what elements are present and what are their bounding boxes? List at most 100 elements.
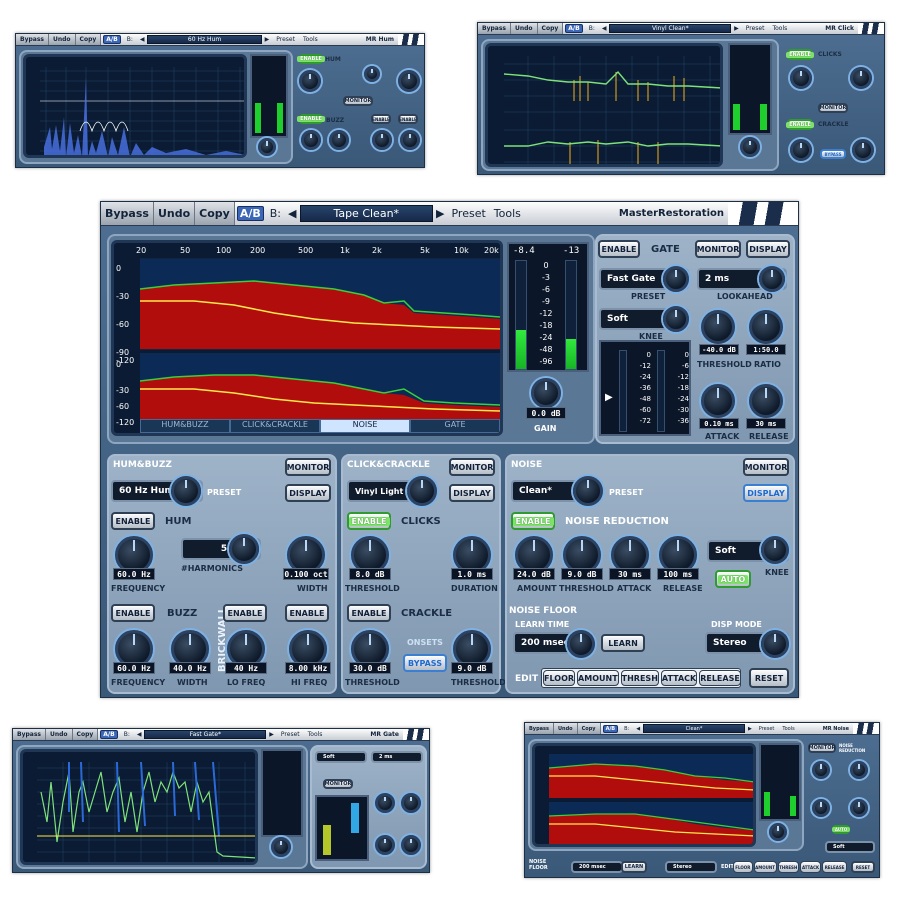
preset-menu[interactable]: Preset bbox=[742, 25, 769, 32]
edit-amount-button[interactable]: AMOUNT bbox=[577, 670, 619, 686]
noise-plugin-learn-button[interactable]: LEARN bbox=[621, 861, 647, 873]
noise-plugin-gain-knob[interactable] bbox=[769, 823, 787, 841]
hum-width-knob[interactable] bbox=[398, 70, 420, 92]
learn-time-knob[interactable] bbox=[567, 630, 595, 658]
noise-auto-button[interactable]: AUTO bbox=[715, 570, 751, 588]
next-preset-icon[interactable]: ▶ bbox=[262, 36, 273, 43]
hum-enable-button[interactable]: ENABLE bbox=[111, 512, 155, 530]
ab-button[interactable]: A/B bbox=[103, 35, 121, 44]
clicks-threshold-knob[interactable] bbox=[790, 67, 812, 89]
edit-floor-button[interactable]: FLOOR bbox=[543, 670, 576, 686]
gate-enable-button[interactable]: ENABLE bbox=[598, 240, 640, 258]
brickwall-enable-1-button[interactable]: ENABLE bbox=[223, 604, 267, 622]
tab-gate[interactable]: GATE bbox=[410, 419, 500, 433]
gate-plugin-release-knob[interactable] bbox=[401, 835, 421, 855]
brickwall-enable-2-button[interactable]: ENABLE bbox=[398, 114, 418, 124]
bypass-button[interactable]: Bypass bbox=[101, 202, 154, 225]
hum-frequency-knob[interactable] bbox=[299, 70, 321, 92]
edit-thresh-button[interactable]: THRESH bbox=[620, 670, 659, 686]
ab-button[interactable]: A/B bbox=[236, 206, 264, 221]
noise-plugin-amount-button[interactable]: AMOUNT bbox=[753, 861, 777, 873]
gain-knob[interactable] bbox=[531, 378, 561, 408]
gate-display-button[interactable]: DISPLAY bbox=[746, 240, 790, 258]
bypass-button[interactable]: Bypass bbox=[525, 723, 554, 734]
brickwall-lo-knob[interactable] bbox=[372, 130, 392, 150]
crackle-enable-button[interactable]: ENABLE bbox=[786, 119, 814, 130]
gate-plugin-ratio-knob[interactable] bbox=[401, 793, 421, 813]
preset-name[interactable]: Clean* bbox=[643, 724, 745, 733]
ab-button[interactable]: A/B bbox=[602, 724, 619, 733]
undo-button[interactable]: Undo bbox=[153, 202, 196, 225]
gate-knee-knob[interactable] bbox=[663, 306, 689, 332]
ab-button[interactable]: A/B bbox=[100, 730, 118, 739]
copy-button[interactable]: Copy bbox=[537, 23, 564, 34]
preset-name[interactable]: Tape Clean* bbox=[299, 204, 433, 222]
noise-enable-button[interactable]: ENABLE bbox=[511, 512, 555, 530]
gate-threshold-knob[interactable] bbox=[701, 310, 735, 344]
preset-name[interactable]: Vinyl Clean* bbox=[609, 24, 732, 33]
crackle-enable-button[interactable]: ENABLE bbox=[347, 604, 391, 622]
click-preset-knob[interactable] bbox=[407, 476, 437, 506]
preset-menu[interactable]: Preset bbox=[755, 726, 779, 732]
reset-button[interactable]: RESET bbox=[749, 668, 789, 688]
bypass-button[interactable]: Bypass bbox=[16, 34, 49, 45]
tab-hum-buzz[interactable]: HUM&BUZZ bbox=[140, 419, 230, 433]
clicks-duration-knob[interactable] bbox=[850, 67, 872, 89]
gate-plugin-threshold-knob[interactable] bbox=[375, 793, 395, 813]
gate-threshold-arrow-icon[interactable]: ▶ bbox=[605, 392, 613, 403]
hum-harmonics-knob[interactable] bbox=[364, 66, 380, 82]
hum-buzz-monitor-button[interactable]: MONITOR bbox=[285, 458, 331, 476]
noise-plugin-reset-button[interactable]: RESET bbox=[851, 861, 875, 873]
tools-menu[interactable]: Tools bbox=[778, 726, 798, 732]
noise-plugin-attack-button[interactable]: ATTACK bbox=[799, 861, 822, 873]
hum-preset-knob[interactable] bbox=[171, 476, 201, 506]
click-crackle-monitor-button[interactable]: MONITOR bbox=[449, 458, 495, 476]
buzz-width-knob[interactable] bbox=[329, 130, 349, 150]
copy-button[interactable]: Copy bbox=[577, 723, 601, 734]
prev-preset-icon[interactable]: ◀ bbox=[134, 731, 145, 738]
noise-knee-knob[interactable] bbox=[761, 536, 789, 564]
gate-plugin-gain-knob[interactable] bbox=[271, 837, 291, 857]
copy-button[interactable]: Copy bbox=[195, 202, 235, 225]
undo-button[interactable]: Undo bbox=[48, 34, 76, 45]
hum-enable-button[interactable]: ENABLE bbox=[297, 54, 325, 64]
noise-plugin-release-button[interactable]: RELEASE bbox=[822, 861, 847, 873]
copy-button[interactable]: Copy bbox=[75, 34, 102, 45]
clicks-enable-button[interactable]: ENABLE bbox=[347, 512, 391, 530]
tab-click-crackle[interactable]: CLICK&CRACKLE bbox=[230, 419, 320, 433]
hum-buzz-display-button[interactable]: DISPLAY bbox=[285, 484, 331, 502]
buzz-enable-button[interactable]: ENABLE bbox=[297, 114, 325, 124]
tools-menu[interactable]: Tools bbox=[299, 36, 322, 43]
preset-name[interactable]: 60 Hz Hum bbox=[147, 35, 262, 44]
crackle-threshold-knob[interactable] bbox=[790, 139, 812, 161]
noise-plugin-thresh-button[interactable]: THRESH bbox=[777, 861, 799, 873]
gate-lookahead-knob[interactable] bbox=[759, 266, 785, 292]
onsets-bypass-button[interactable]: BYPASS bbox=[820, 149, 846, 159]
gate-plugin-lookahead-dropdown[interactable]: 2 ms bbox=[371, 751, 423, 763]
onsets-threshold-knob[interactable] bbox=[852, 139, 874, 161]
gate-plugin-monitor-button[interactable]: MONITOR bbox=[323, 779, 353, 789]
noise-plugin-floor-button[interactable]: FLOOR bbox=[733, 861, 753, 873]
noise-plugin-release-knob[interactable] bbox=[850, 799, 868, 817]
tab-noise[interactable]: NOISE bbox=[320, 419, 410, 433]
bypass-button[interactable]: Bypass bbox=[13, 729, 46, 740]
noise-plugin-threshold-knob[interactable] bbox=[850, 761, 868, 779]
preset-menu[interactable]: Preset bbox=[277, 731, 304, 738]
next-preset-icon[interactable]: ▶ bbox=[266, 731, 277, 738]
onsets-bypass-button[interactable]: BYPASS bbox=[403, 654, 447, 672]
hum-monitor-button[interactable]: MONITOR bbox=[343, 96, 373, 106]
preset-menu[interactable]: Preset bbox=[272, 36, 299, 43]
prev-preset-icon[interactable]: ◀ bbox=[137, 36, 148, 43]
bypass-button[interactable]: Bypass bbox=[478, 23, 511, 34]
next-preset-icon[interactable]: ▶ bbox=[731, 25, 742, 32]
tools-menu[interactable]: Tools bbox=[490, 207, 525, 220]
gate-plugin-knee-dropdown[interactable]: Soft bbox=[315, 751, 367, 763]
undo-button[interactable]: Undo bbox=[510, 23, 538, 34]
brickwall-hi-knob[interactable] bbox=[400, 130, 420, 150]
prev-preset-icon[interactable]: ◀ bbox=[633, 726, 643, 732]
prev-preset-icon[interactable]: ◀ bbox=[285, 207, 299, 220]
next-preset-icon[interactable]: ▶ bbox=[433, 207, 447, 220]
prev-preset-icon[interactable]: ◀ bbox=[599, 25, 610, 32]
ab-button[interactable]: A/B bbox=[565, 24, 583, 33]
edit-attack-button[interactable]: ATTACK bbox=[660, 670, 698, 686]
